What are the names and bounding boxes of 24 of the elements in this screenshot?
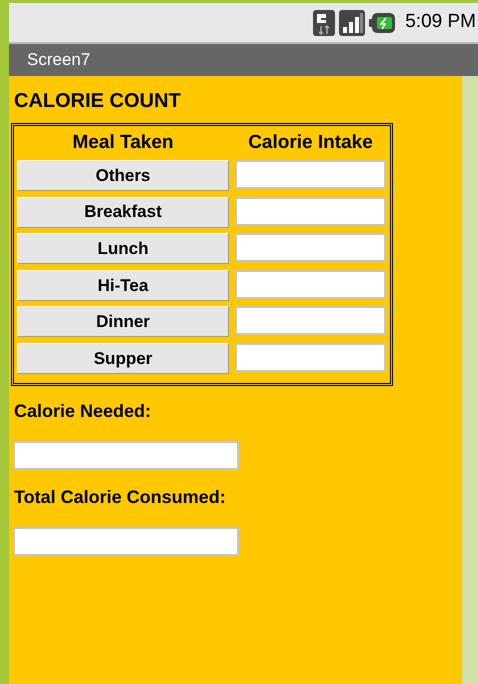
meal-button[interactable]: Supper xyxy=(17,342,229,374)
calorie-input[interactable] xyxy=(235,233,386,262)
field-label: Total Calorie Consumed: xyxy=(14,486,226,509)
calorie-input[interactable] xyxy=(235,306,386,336)
meal-button[interactable]: Lunch xyxy=(17,233,229,264)
column-header: Meal Taken xyxy=(71,130,175,155)
battery-icon xyxy=(369,12,396,32)
column-header: Calorie Intake xyxy=(247,130,374,155)
calorie-input[interactable] xyxy=(235,196,386,226)
data-network-icon xyxy=(313,10,336,36)
calorie-input[interactable] xyxy=(235,270,386,299)
calorie-input[interactable] xyxy=(235,342,386,372)
meal-button[interactable]: Dinner xyxy=(17,306,229,338)
heading: CALORIE COUNT xyxy=(14,89,181,113)
status-time: 5:09 PM xyxy=(405,10,476,34)
field-label: Calorie Needed: xyxy=(14,400,152,423)
meal-button[interactable]: Others xyxy=(17,160,229,191)
text-input[interactable] xyxy=(13,526,239,556)
text-input[interactable] xyxy=(13,440,239,470)
signal-icon xyxy=(339,10,366,36)
calorie-input[interactable] xyxy=(235,160,386,189)
meal-button[interactable]: Breakfast xyxy=(17,196,229,228)
screen-title: Screen7 xyxy=(27,49,90,72)
meal-button[interactable]: Hi-Tea xyxy=(17,270,229,301)
